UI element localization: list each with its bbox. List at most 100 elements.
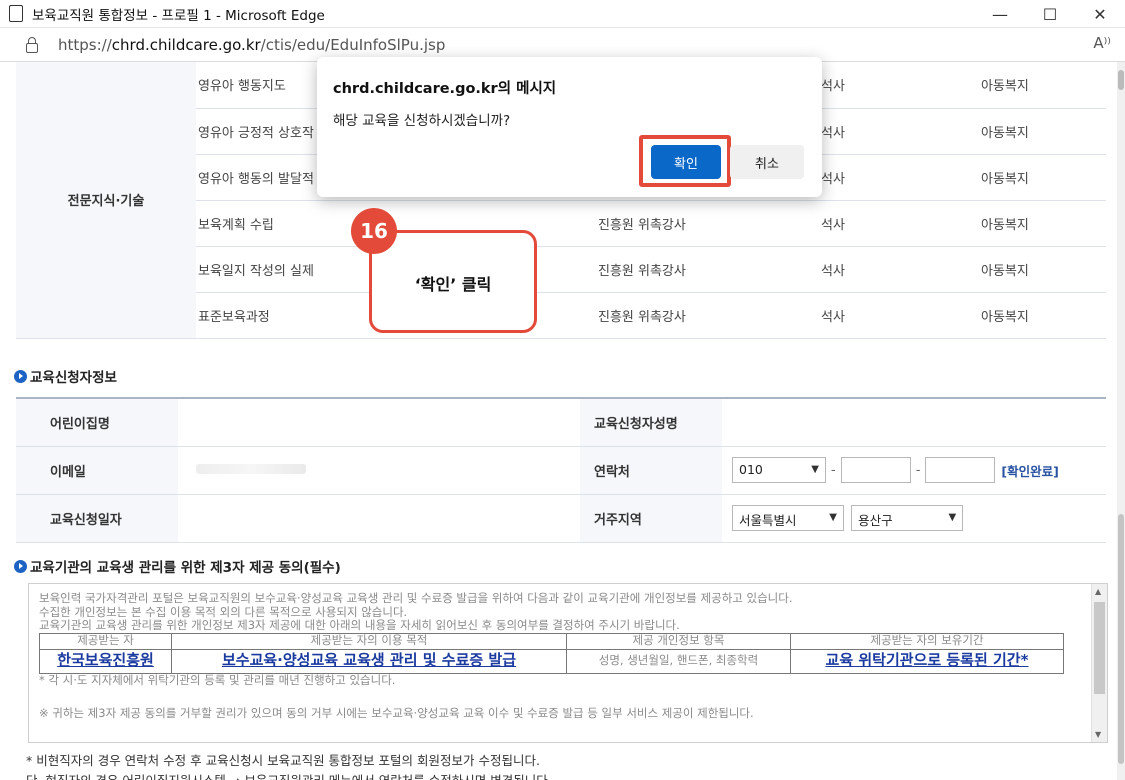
phone-prefix-select[interactable]: 010 ▼ xyxy=(732,457,826,483)
purpose-link[interactable]: 보수교육·양성교육 교육생 관리 및 수료증 발급 xyxy=(222,651,516,669)
table-row: 제공받는 자 제공받는 자의 이용 목적 제공 개인정보 항목 제공받는 자의 … xyxy=(39,632,1064,650)
course-field: 아동복지 xyxy=(981,108,1106,155)
page-scrollbar[interactable] xyxy=(1117,62,1125,780)
close-icon[interactable]: ✕ xyxy=(1075,0,1125,28)
applicant-name-label: 교육신청자성명 xyxy=(580,398,722,447)
consent-cell: 보수교육·양성교육 교육생 관리 및 수료증 발급 xyxy=(171,648,567,674)
consent-textbox[interactable]: 보육인력 국가자격관리 포털은 보육교직원의 보수교육·양성교육 교육생 관리 … xyxy=(28,583,1108,743)
course-field: 아동복지 xyxy=(981,154,1106,201)
table-row: 한국보육진흥원 보수교육·양성교육 교육생 관리 및 수료증 발급 성명, 생년… xyxy=(39,648,1064,674)
course-degree: 석사 xyxy=(821,62,981,109)
footer-note: * 비현직자의 경우 연락처 수정 후 교육신청시 보육교직원 통합정보 포털의… xyxy=(26,753,540,768)
ok-button[interactable]: 확인 xyxy=(651,145,721,179)
city-value: 서울특별시 xyxy=(739,513,797,528)
lock-icon[interactable] xyxy=(26,36,38,53)
cancel-button[interactable]: 취소 xyxy=(730,145,804,179)
dialog-message: 해당 교육을 신청하시겠습니까? xyxy=(333,113,511,129)
course-degree: 석사 xyxy=(821,108,981,155)
bullet-arrow-icon xyxy=(14,369,27,383)
read-aloud-icon[interactable]: A⁾⁾ xyxy=(1093,34,1111,52)
phone-middle-input[interactable] xyxy=(840,457,911,483)
phone-last-input[interactable] xyxy=(925,457,996,483)
course-field: 아동복지 xyxy=(981,246,1106,293)
phone-dash: - xyxy=(915,462,921,478)
course-field: 아동복지 xyxy=(981,200,1106,247)
scroll-thumb[interactable] xyxy=(1118,70,1124,90)
consent-cell: 한국보육진흥원 xyxy=(39,648,172,674)
consent-note: ※ 귀하는 제3자 제공 동의를 거부할 권리가 있으며 동의 거부 시에는 보… xyxy=(39,706,754,720)
course-category: 전문지식·기술 xyxy=(16,62,196,339)
city-select[interactable]: 서울특별시 ▼ xyxy=(732,505,844,531)
course-degree: 석사 xyxy=(821,154,981,201)
chevron-down-icon: ▼ xyxy=(811,464,819,475)
date-value xyxy=(178,494,580,543)
date-label: 교육신청일자 xyxy=(16,494,178,543)
consent-line: 교육기관의 교육생 관리를 위한 개인정보 제3자 제공에 대한 아래의 내용을… xyxy=(39,618,680,632)
region-label: 거주지역 xyxy=(580,494,722,543)
url-domain: chrd.childcare.go.kr xyxy=(111,35,261,54)
consent-note: * 각 시·도 지자체에서 위탁기관의 등록 및 관리를 매년 진행하고 있습니… xyxy=(39,672,396,687)
consent-cell: 성명, 생년월일, 핸드폰, 최종학력 xyxy=(566,648,791,674)
alert-dialog: chrd.childcare.go.kr의 메시지 해당 교육을 신청하시겠습니… xyxy=(317,57,822,197)
daycare-label: 어린이집명 xyxy=(16,398,178,447)
step-badge: 16 xyxy=(351,208,397,254)
window-titlebar: 보육교직원 통합정보 - 프로필 1 - Microsoft Edge — ☐ … xyxy=(0,0,1125,28)
consent-header: 제공받는 자의 보유기간 xyxy=(790,632,1064,650)
email-label: 이메일 xyxy=(16,446,178,495)
table-row: 교육신청일자 거주지역 서울특별시 ▼ 용산구 ▼ xyxy=(16,494,1106,543)
scroll-up-icon[interactable]: ▲ xyxy=(1095,587,1101,596)
applicant-section-title: 교육신청자정보 xyxy=(14,366,117,386)
consent-header: 제공받는 자의 이용 목적 xyxy=(171,632,567,650)
table-row: 어린이집명 교육신청자성명 xyxy=(16,398,1106,447)
instruction-text: ‘확인’ 클릭 xyxy=(414,275,492,294)
recipient-link[interactable]: 한국보육진흥원 xyxy=(57,651,154,669)
course-instructor: 진흥원 위촉강사 xyxy=(596,292,821,339)
consent-section-title: 교육기관의 교육생 관리를 위한 제3자 제공 동의(필수) xyxy=(14,556,341,576)
period-link[interactable]: 교육 위탁기관으로 등록된 기간* xyxy=(826,651,1029,669)
email-blurred-value xyxy=(196,463,306,474)
scroll-thumb[interactable] xyxy=(1118,514,1124,764)
chevron-down-icon: ▼ xyxy=(829,512,837,523)
url-prefix: https:// xyxy=(58,35,112,54)
bullet-arrow-icon xyxy=(14,559,27,573)
course-degree: 석사 xyxy=(821,292,981,339)
phone-label: 연락처 xyxy=(580,446,722,495)
consent-line: 보육인력 국가자격관리 포털은 보육교직원의 보수교육·양성교육 교육생 관리 … xyxy=(39,591,793,605)
minimize-icon[interactable]: — xyxy=(975,0,1025,28)
email-value xyxy=(178,446,580,495)
phone-fields: 010 ▼ - - [확인완료] xyxy=(722,446,1106,495)
section-title-text: 교육기관의 교육생 관리를 위한 제3자 제공 동의(필수) xyxy=(30,560,341,576)
course-field: 아동복지 xyxy=(981,62,1106,109)
course-degree: 석사 xyxy=(821,200,981,247)
window-controls: — ☐ ✕ xyxy=(975,0,1125,28)
dialog-title: chrd.childcare.go.kr의 메시지 xyxy=(333,81,557,97)
items-text: 성명, 생년월일, 핸드폰, 최종학력 xyxy=(598,653,759,668)
course-degree: 석사 xyxy=(821,246,981,293)
applicant-name-value xyxy=(722,398,1106,447)
consent-line: 수집한 개인정보는 본 수집 이용 목적 외의 다른 목적으로 사용되지 않습니… xyxy=(39,604,408,619)
page-icon xyxy=(9,5,23,22)
phone-confirm-link[interactable]: [확인완료] xyxy=(1001,464,1058,479)
consent-cell: 교육 위탁기관으로 등록된 기간* xyxy=(790,648,1064,674)
consent-header: 제공 개인정보 항목 xyxy=(566,632,791,650)
district-value: 용산구 xyxy=(858,513,893,528)
phone-prefix-value: 010 xyxy=(739,462,763,477)
scroll-thumb[interactable] xyxy=(1094,602,1105,694)
district-select[interactable]: 용산구 ▼ xyxy=(851,505,964,531)
consent-header: 제공받는 자 xyxy=(39,632,172,650)
maximize-icon[interactable]: ☐ xyxy=(1025,0,1075,28)
daycare-value xyxy=(178,398,580,447)
chevron-down-icon: ▼ xyxy=(948,512,957,523)
course-instructor: 진흥원 위촉강사 xyxy=(596,246,821,293)
consent-grid: 제공받는 자 제공받는 자의 이용 목적 제공 개인정보 항목 제공받는 자의 … xyxy=(39,632,1064,674)
url-text[interactable]: https://chrd.childcare.go.kr/ctis/edu/Ed… xyxy=(58,36,445,54)
section-title-text: 교육신청자정보 xyxy=(30,370,117,386)
scroll-down-icon[interactable]: ▼ xyxy=(1095,730,1101,739)
phone-dash: - xyxy=(831,462,836,478)
table-row: 이메일 연락처 010 ▼ - - [확인완료] xyxy=(16,446,1106,495)
course-field: 아동복지 xyxy=(981,292,1106,339)
consent-scrollbar[interactable]: ▲ ▼ xyxy=(1091,584,1107,742)
window-title: 보육교직원 통합정보 - 프로필 1 - Microsoft Edge xyxy=(32,7,325,24)
url-path: /ctis/edu/EduInfoSlPu.jsp xyxy=(260,35,446,54)
instruction-callout: ‘확인’ 클릭 xyxy=(369,230,537,333)
